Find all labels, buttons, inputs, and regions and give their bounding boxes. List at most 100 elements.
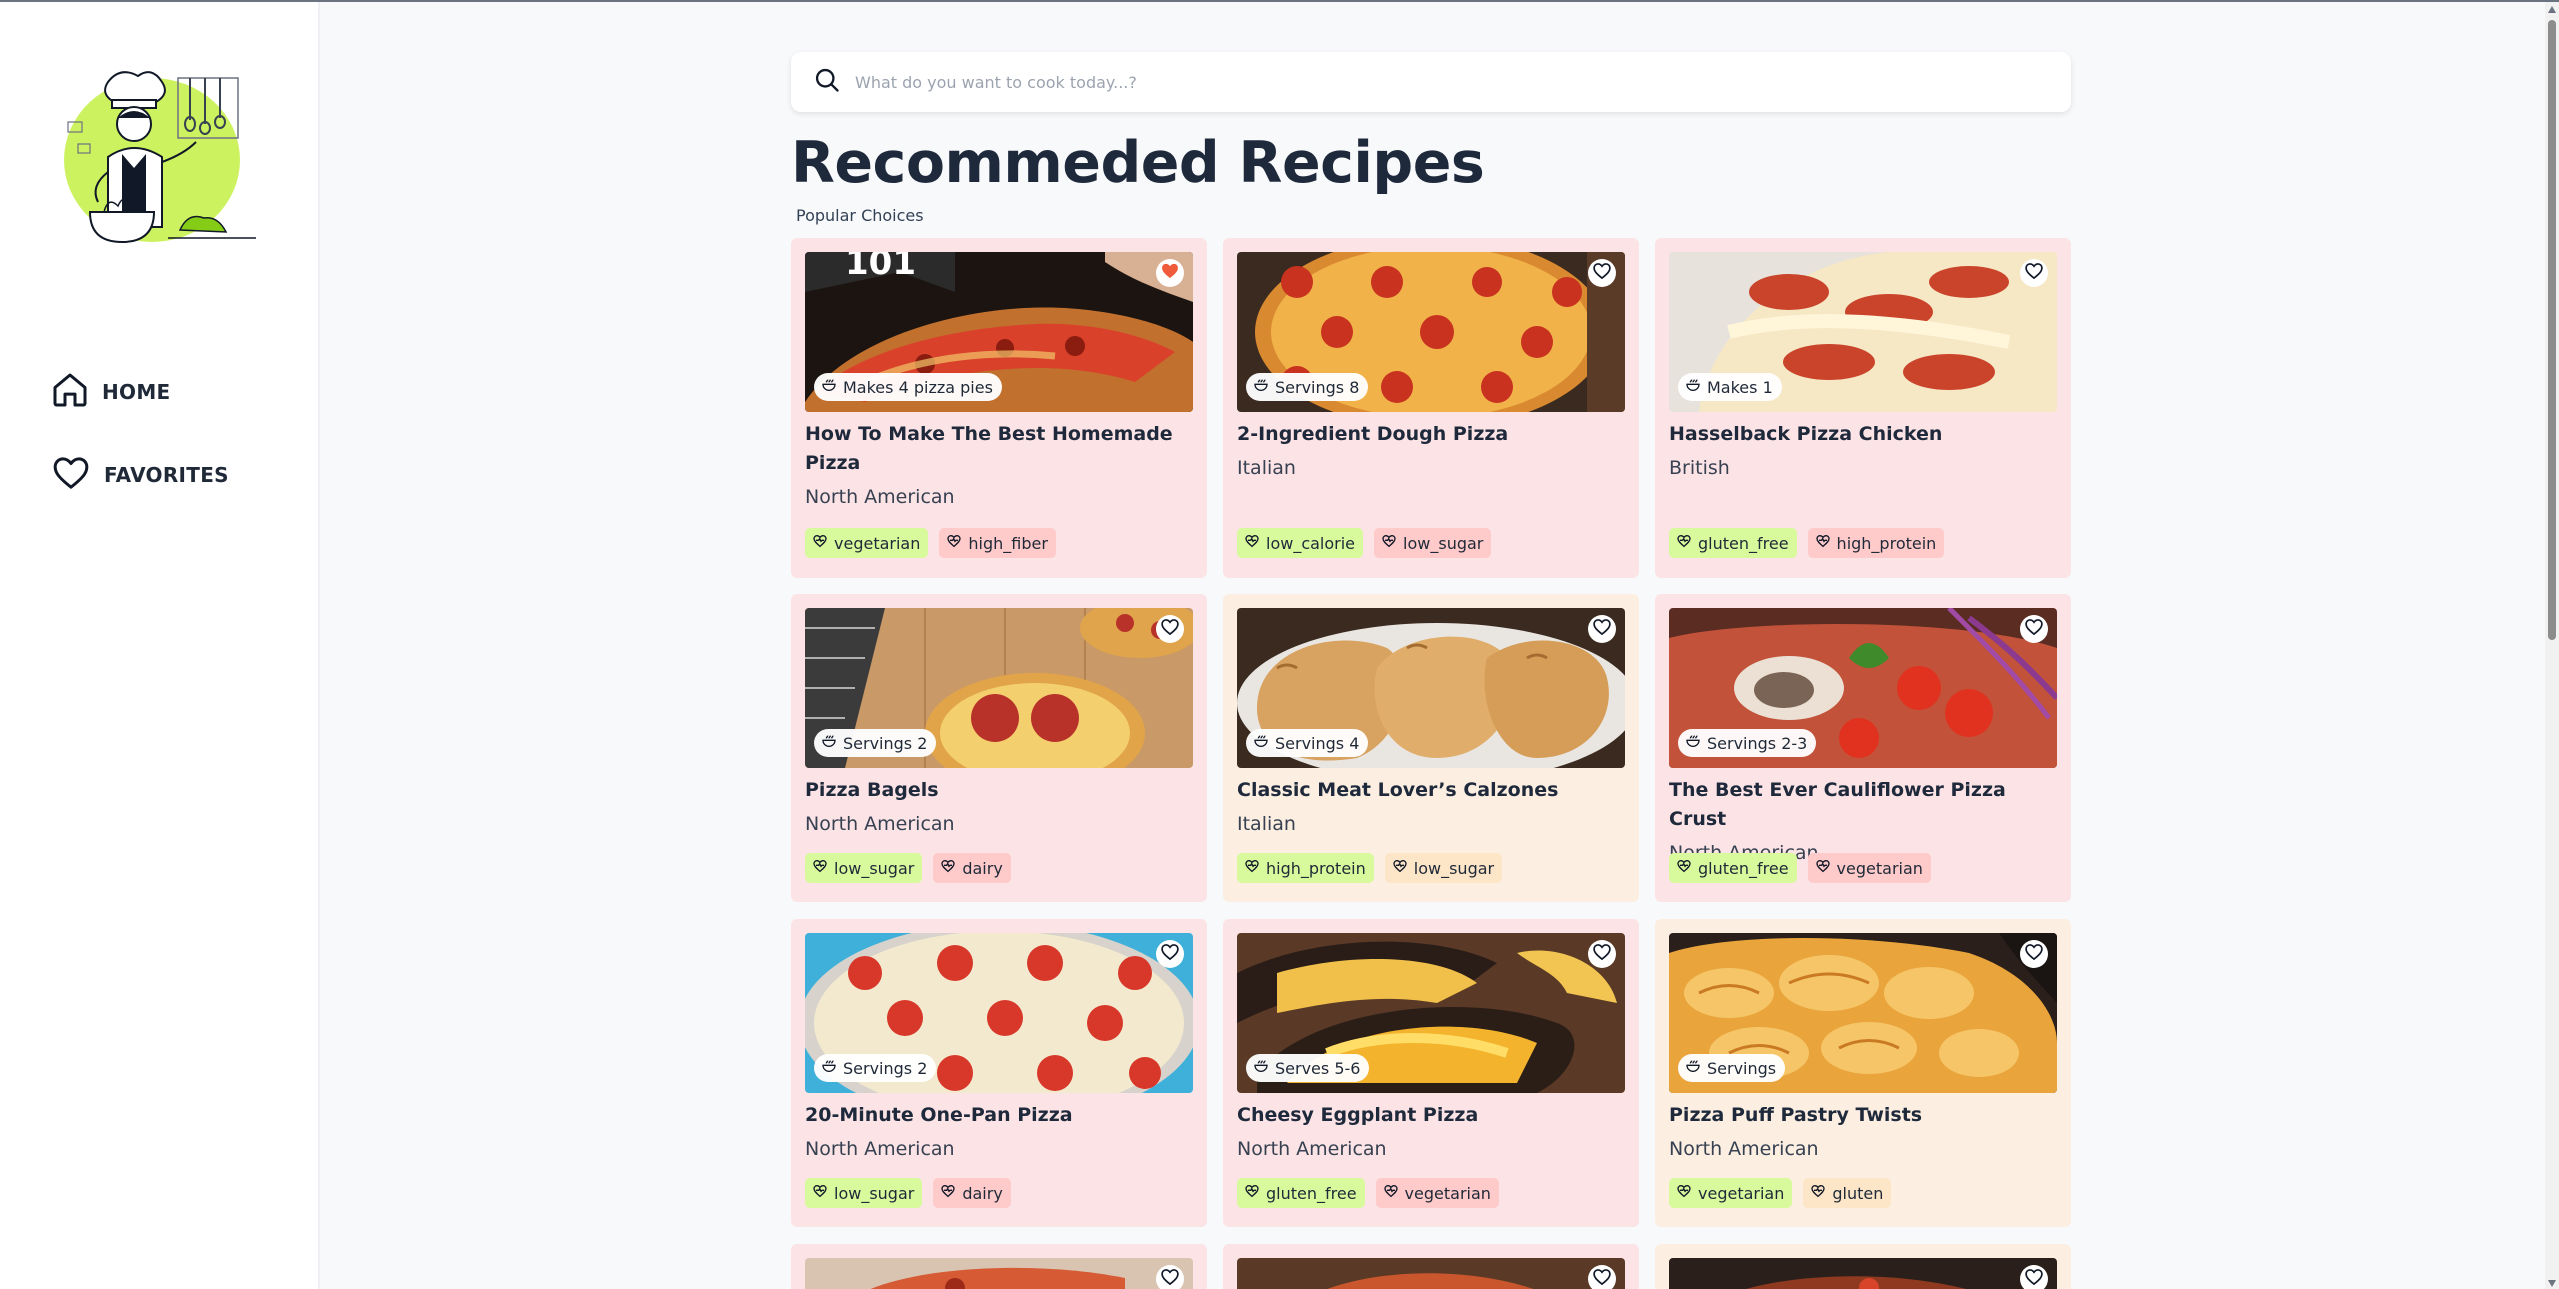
recipe-image[interactable]: Servings [1669, 933, 2057, 1093]
heart-outline-icon [1592, 942, 1612, 966]
recipe-image[interactable] [805, 1258, 1193, 1289]
tag-badge: vegetarian [1807, 853, 1931, 883]
recipe-image[interactable]: 101 Makes 4 pizza pies [805, 252, 1193, 412]
recipe-title[interactable]: Pizza Bagels [805, 776, 1193, 805]
heart-pulse-icon [1815, 858, 1831, 878]
recipe-card[interactable]: Servings 2 Pizza Bagels North American l… [791, 594, 1207, 902]
servings-text: Servings [1707, 1058, 1777, 1078]
tag-label: vegetarian [834, 533, 921, 553]
recipe-cuisine: Italian [1237, 457, 1296, 479]
heart-outline-icon [2024, 942, 2044, 966]
tag-badge: vegetarian [1375, 1178, 1499, 1208]
vertical-scrollbar[interactable] [2545, 2, 2559, 1289]
tag-badge: gluten_free [1669, 853, 1797, 883]
recipe-card-partial[interactable] [791, 1244, 1207, 1289]
favorite-button[interactable] [1156, 1265, 1184, 1289]
favorite-button[interactable] [1588, 259, 1616, 287]
recipe-image[interactable] [1669, 1258, 2057, 1289]
recipe-card[interactable]: Servings Pizza Puff Pastry Twists North … [1655, 919, 2071, 1227]
heart-outline-icon [1160, 942, 1180, 966]
recipe-title[interactable]: Hasselback Pizza Chicken [1669, 420, 2057, 449]
recipe-card[interactable]: Servings 2-3 The Best Ever Cauliflower P… [1655, 594, 2071, 902]
tag-list: vegetarian high_fiber [805, 528, 1056, 558]
heart-pulse-icon [946, 533, 962, 553]
recipe-image[interactable]: Servings 2-3 [1669, 608, 2057, 768]
tag-list: gluten_free vegetarian [1669, 853, 1931, 883]
search-input[interactable] [855, 72, 2005, 92]
recipe-image[interactable]: Servings 8 [1237, 252, 1625, 412]
recipe-title[interactable]: Classic Meat Lover’s Calzones [1237, 776, 1625, 805]
recipe-title[interactable]: The Best Ever Cauliflower Pizza Crust [1669, 776, 2057, 834]
recipe-image[interactable]: Servings 2 [805, 933, 1193, 1093]
favorite-button[interactable] [1588, 1265, 1616, 1289]
tag-label: gluten_free [1266, 1183, 1357, 1203]
heart-pulse-icon [940, 858, 956, 878]
sidebar-item-favorites[interactable]: FAVORITES [50, 453, 229, 497]
sidebar-item-home[interactable]: HOME [50, 370, 171, 414]
recipe-card[interactable]: Makes 1 Hasselback Pizza Chicken British… [1655, 238, 2071, 578]
chef-logo-illustration[interactable] [60, 62, 265, 257]
tag-label: dairy [962, 1183, 1003, 1203]
scroll-down-icon[interactable] [2548, 1280, 2556, 1287]
search-bar[interactable] [791, 52, 2071, 112]
tag-label: high_protein [1836, 533, 1937, 553]
heart-pulse-icon [1676, 533, 1692, 553]
recipe-cuisine: North American [805, 486, 955, 508]
tag-badge: gluten [1803, 1178, 1892, 1208]
bowl-icon [1685, 1058, 1701, 1078]
tag-badge: dairy [933, 1178, 1011, 1208]
favorite-button[interactable] [2020, 615, 2048, 643]
recipe-title[interactable]: Cheesy Eggplant Pizza [1237, 1101, 1625, 1130]
servings-badge: Servings 8 [1246, 373, 1369, 401]
recipe-cuisine: Italian [1237, 813, 1296, 835]
bowl-icon [821, 733, 837, 753]
recipe-image[interactable]: Makes 1 [1669, 252, 2057, 412]
recipe-card[interactable]: Servings 2 20-Minute One-Pan Pizza North… [791, 919, 1207, 1227]
sidebar-item-label: FAVORITES [104, 463, 229, 487]
recipe-title[interactable]: 20-Minute One-Pan Pizza [805, 1101, 1193, 1130]
bowl-icon [1253, 1058, 1269, 1078]
heart-outline-icon [2024, 1267, 2044, 1289]
recipe-image[interactable] [1237, 1258, 1625, 1289]
favorite-button[interactable] [2020, 1265, 2048, 1289]
favorite-button[interactable] [2020, 940, 2048, 968]
favorite-button[interactable] [1156, 259, 1184, 287]
recipe-card[interactable]: Serves 5-6 Cheesy Eggplant Pizza North A… [1223, 919, 1639, 1227]
servings-badge: Servings 2 [814, 1054, 937, 1082]
tag-badge: low_sugar [805, 853, 923, 883]
recipe-card[interactable]: Servings 8 2-Ingredient Dough Pizza Ital… [1223, 238, 1639, 578]
scrollbar-thumb[interactable] [2548, 20, 2556, 640]
recipe-card[interactable]: 101 Makes 4 pizza pies How To Make The B… [791, 238, 1207, 578]
heart-pulse-icon [812, 1183, 828, 1203]
heart-pulse-icon [1244, 533, 1260, 553]
recipe-title[interactable]: 2-Ingredient Dough Pizza [1237, 420, 1625, 449]
recipe-title[interactable]: How To Make The Best Homemade Pizza [805, 420, 1193, 478]
servings-text: Servings 2-3 [1707, 733, 1808, 753]
tag-label: low_sugar [834, 1183, 915, 1203]
servings-badge: Serves 5-6 [1246, 1054, 1370, 1082]
recipe-title[interactable]: Pizza Puff Pastry Twists [1669, 1101, 2057, 1130]
heart-outline-icon [2024, 617, 2044, 641]
tag-list: high_protein low_sugar [1237, 853, 1503, 883]
tag-badge: low_sugar [1384, 853, 1503, 883]
favorite-button[interactable] [1588, 615, 1616, 643]
recipe-image[interactable]: Servings 4 [1237, 608, 1625, 768]
heart-filled-icon [1160, 261, 1180, 285]
scroll-up-icon[interactable] [2548, 6, 2556, 13]
recipe-image[interactable]: Serves 5-6 [1237, 933, 1625, 1093]
svg-text:101: 101 [845, 252, 916, 283]
recipe-card-partial[interactable] [1655, 1244, 2071, 1289]
tag-list: low_calorie low_sugar [1237, 528, 1492, 558]
sidebar: HOME FAVORITES [0, 2, 320, 1289]
servings-badge: Servings 4 [1246, 729, 1369, 757]
tag-list: gluten_free vegetarian [1237, 1178, 1499, 1208]
recipe-card-partial[interactable] [1223, 1244, 1639, 1289]
heart-pulse-icon [1244, 1183, 1260, 1203]
favorite-button[interactable] [1156, 615, 1184, 643]
favorite-button[interactable] [2020, 259, 2048, 287]
recipe-image[interactable]: Servings 2 [805, 608, 1193, 768]
favorite-button[interactable] [1156, 940, 1184, 968]
favorite-button[interactable] [1588, 940, 1616, 968]
tag-label: vegetarian [1698, 1183, 1785, 1203]
recipe-card[interactable]: Servings 4 Classic Meat Lover’s Calzones… [1223, 594, 1639, 902]
